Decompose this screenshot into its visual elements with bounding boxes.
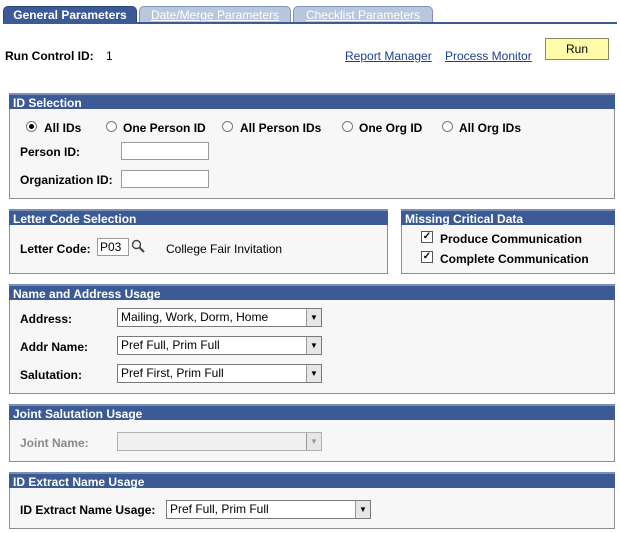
addr-name-select[interactable]: Pref Full, Prim Full ▼ bbox=[117, 336, 322, 355]
organization-id-label: Organization ID: bbox=[20, 173, 113, 187]
process-monitor-link[interactable]: Process Monitor bbox=[445, 49, 532, 63]
id-extract-name-label: ID Extract Name Usage: bbox=[20, 503, 156, 517]
radio-all-ids[interactable] bbox=[26, 121, 37, 132]
tab-general-parameters[interactable]: General Parameters bbox=[3, 6, 137, 23]
produce-communication-label: Produce Communication bbox=[440, 232, 583, 246]
run-control-label: Run Control ID: bbox=[5, 49, 94, 63]
salutation-label: Salutation: bbox=[20, 368, 82, 382]
chevron-down-icon: ▼ bbox=[306, 433, 321, 450]
radio-all-org-ids[interactable] bbox=[442, 121, 453, 132]
address-value: Mailing, Work, Dorm, Home bbox=[121, 310, 269, 324]
id-extract-name-select[interactable]: Pref Full, Prim Full ▼ bbox=[166, 500, 371, 519]
radio-all-person-ids-label: All Person IDs bbox=[240, 121, 322, 135]
letter-code-description: College Fair Invitation bbox=[166, 242, 283, 256]
chevron-down-icon: ▼ bbox=[306, 309, 321, 326]
radio-all-person-ids[interactable] bbox=[222, 121, 233, 132]
run-button[interactable]: Run bbox=[545, 38, 609, 60]
search-icon[interactable] bbox=[131, 239, 145, 253]
chevron-down-icon: ▼ bbox=[306, 365, 321, 382]
joint-salutation-title: Joint Salutation Usage bbox=[9, 404, 615, 421]
address-label: Address: bbox=[20, 312, 73, 326]
report-manager-link[interactable]: Report Manager bbox=[345, 49, 432, 63]
joint-name-label: Joint Name: bbox=[20, 436, 89, 450]
tab-date-merge-parameters[interactable]: Date/Merge Parameters bbox=[139, 6, 291, 23]
address-select[interactable]: Mailing, Work, Dorm, Home ▼ bbox=[117, 308, 322, 327]
person-id-input[interactable] bbox=[121, 142, 209, 160]
organization-id-input[interactable] bbox=[121, 170, 209, 188]
tab-checklist-parameters[interactable]: Checklist Parameters bbox=[293, 6, 433, 23]
letter-code-title: Letter Code Selection bbox=[9, 209, 388, 226]
salutation-value: Pref First, Prim Full bbox=[121, 366, 224, 380]
name-address-title: Name and Address Usage bbox=[9, 284, 615, 301]
addr-name-value: Pref Full, Prim Full bbox=[121, 338, 220, 352]
missing-data-title: Missing Critical Data bbox=[401, 209, 615, 226]
radio-one-person-id-label: One Person ID bbox=[123, 121, 206, 135]
joint-name-select[interactable]: ▼ bbox=[117, 432, 322, 451]
produce-communication-checkbox[interactable]: ✓ bbox=[421, 231, 433, 243]
chevron-down-icon: ▼ bbox=[355, 501, 370, 518]
radio-all-ids-label: All IDs bbox=[44, 121, 82, 135]
radio-one-org-id[interactable] bbox=[342, 121, 353, 132]
salutation-select[interactable]: Pref First, Prim Full ▼ bbox=[117, 364, 322, 383]
letter-code-label: Letter Code: bbox=[20, 242, 91, 256]
radio-all-org-ids-label: All Org IDs bbox=[459, 121, 522, 135]
person-id-label: Person ID: bbox=[20, 145, 81, 159]
chevron-down-icon: ▼ bbox=[306, 337, 321, 354]
id-extract-title: ID Extract Name Usage bbox=[9, 472, 615, 489]
addr-name-label: Addr Name: bbox=[20, 340, 89, 354]
letter-code-input[interactable]: P03 bbox=[97, 238, 129, 256]
radio-one-person-id[interactable] bbox=[106, 121, 117, 132]
id-selection-title: ID Selection bbox=[9, 93, 615, 110]
radio-one-org-id-label: One Org ID bbox=[359, 121, 423, 135]
id-extract-name-value: Pref Full, Prim Full bbox=[170, 502, 269, 516]
tab-underline bbox=[3, 22, 617, 24]
complete-communication-label: Complete Communication bbox=[440, 252, 589, 266]
run-control-value: 1 bbox=[106, 49, 113, 63]
complete-communication-checkbox[interactable]: ✓ bbox=[421, 251, 433, 263]
